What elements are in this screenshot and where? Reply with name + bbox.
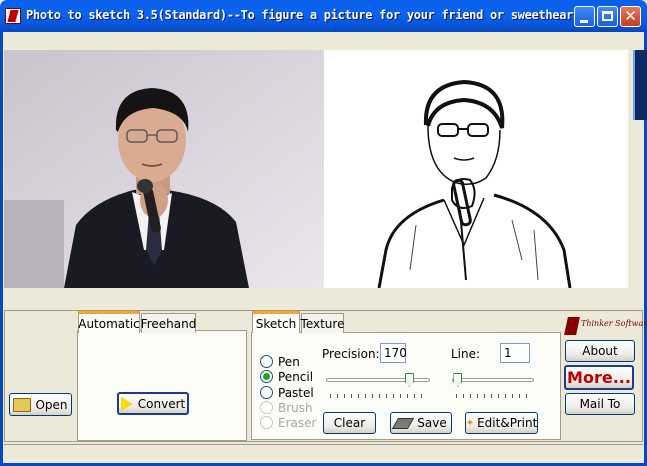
radio-button[interactable] <box>260 386 273 399</box>
more-button-label: More... <box>567 368 631 387</box>
save-icon <box>392 417 415 429</box>
tool-radio-brush: Brush <box>260 400 313 415</box>
line-slider-ticks <box>456 394 532 398</box>
precision-slider-ticks <box>330 394 426 398</box>
precision-slider-track[interactable] <box>326 378 430 382</box>
tool-label: Eraser <box>278 415 317 430</box>
close-button[interactable]: ✕ <box>620 6 641 27</box>
radio-button[interactable] <box>260 370 273 383</box>
radio-button <box>260 401 273 414</box>
brand-logo-mark <box>564 317 580 335</box>
more-button[interactable]: More... <box>564 365 634 390</box>
tool-radio-pencil[interactable]: Pencil <box>260 369 313 384</box>
folder-icon <box>13 397 32 412</box>
tab-sketch[interactable]: Sketch <box>252 311 300 333</box>
edit-print-button-label: Edit&Print <box>477 416 538 430</box>
precision-input[interactable]: 170 <box>380 343 407 363</box>
tool-label: Pencil <box>278 369 314 384</box>
maximize-button[interactable] <box>597 6 618 27</box>
tab-sketch-label: Sketch <box>255 316 297 331</box>
edit-print-button[interactable]: ✦ Edit&Print <box>465 412 538 434</box>
sketch-image <box>324 50 628 288</box>
tab-automatic-label: Automatic <box>78 316 140 331</box>
mail-to-button[interactable]: Mail To <box>565 393 635 415</box>
sketch-result <box>324 50 628 288</box>
tab-texture[interactable]: Texture <box>301 313 344 333</box>
tool-label: Pen <box>278 354 300 369</box>
tool-radio-pen[interactable]: Pen <box>260 354 300 369</box>
tab-texture-label: Texture <box>300 316 345 331</box>
mail-to-button-label: Mail To <box>579 397 621 411</box>
tab-automatic[interactable]: Automatic <box>78 311 140 333</box>
app-icon[interactable] <box>5 8 21 24</box>
clear-button[interactable]: Clear <box>323 412 376 434</box>
original-photo <box>4 50 324 288</box>
mode-tab-panel <box>77 330 247 441</box>
tool-radio-eraser: Eraser <box>260 415 316 430</box>
minimize-button[interactable] <box>574 6 595 27</box>
play-icon <box>120 396 132 411</box>
clear-button-label: Clear <box>333 416 366 430</box>
about-button-label: About <box>582 344 618 358</box>
line-label: Line: <box>451 347 481 361</box>
line-input[interactable]: 1 <box>500 343 530 363</box>
open-button-label: Open <box>35 397 68 412</box>
tab-freehand-label: Freehand <box>140 316 197 331</box>
photo-image <box>4 50 324 288</box>
tool-label: Brush <box>278 400 313 415</box>
convert-button[interactable]: Convert <box>117 392 189 415</box>
save-button[interactable]: Save <box>390 412 452 434</box>
brand-logo: Thinker Software <box>564 315 647 341</box>
close-icon: ✕ <box>624 7 637 25</box>
status-bar <box>4 444 643 464</box>
about-button[interactable]: About <box>565 340 635 362</box>
print-icon: ✦ <box>465 417 475 429</box>
window-title: Photo to sketch 3.5(Standard)--To figure… <box>26 8 594 22</box>
tab-freehand[interactable]: Freehand <box>141 313 196 333</box>
maximize-icon <box>602 11 613 21</box>
open-button[interactable]: Open <box>9 393 72 416</box>
radio-button[interactable] <box>260 355 273 368</box>
convert-button-label: Convert <box>137 396 186 411</box>
tool-radio-pastel[interactable]: Pastel <box>260 385 314 400</box>
minimize-icon <box>580 20 588 23</box>
line-slider-track[interactable] <box>452 378 534 382</box>
precision-label: Precision: <box>322 347 380 361</box>
brand-logo-text: Thinker Software <box>581 319 647 328</box>
mini-preview-thumbnail[interactable] <box>633 50 647 120</box>
radio-button <box>260 416 273 429</box>
tool-label: Pastel <box>278 385 314 400</box>
save-button-label: Save <box>417 416 447 430</box>
